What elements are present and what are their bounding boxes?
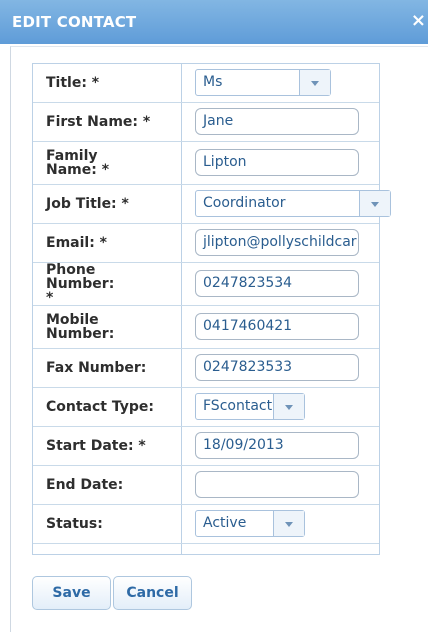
contact-type-row: Contact Type: FScontact <box>33 388 379 427</box>
email-label: Email: * <box>33 224 182 262</box>
contact-type-label: Contact Type: <box>33 388 182 426</box>
job-title-select[interactable]: Coordinator <box>195 190 391 217</box>
start-date-label: Start Date: * <box>33 427 182 465</box>
end-date-label: End Date: <box>33 466 182 504</box>
start-date-input[interactable]: 18/09/2013 <box>195 432 359 459</box>
family-name-label: Family Name: * <box>33 142 182 184</box>
chevron-down-icon[interactable] <box>359 191 390 216</box>
chevron-down-icon[interactable] <box>273 394 304 419</box>
title-select-value: Ms <box>203 74 223 90</box>
first-name-input[interactable]: Jane <box>195 108 359 135</box>
first-name-label: First Name: * <box>33 103 182 141</box>
fax-row: Fax Number: 0247823533 <box>33 349 379 388</box>
phone-label: Phone Number: * <box>33 263 182 305</box>
title-select[interactable]: Ms <box>195 69 331 96</box>
title-row: Title: * Ms <box>33 64 379 103</box>
status-row: Status: Active <box>33 505 379 544</box>
phone-row: Phone Number: * 0247823534 <box>33 263 379 306</box>
status-select[interactable]: Active <box>195 510 305 537</box>
chevron-down-icon[interactable] <box>273 511 304 536</box>
save-button[interactable]: Save <box>32 576 111 610</box>
status-label: Status: <box>33 505 182 543</box>
contact-type-select[interactable]: FScontact <box>195 393 305 420</box>
end-date-row: End Date: <box>33 466 379 505</box>
job-title-select-value: Coordinator <box>203 195 286 211</box>
dialog-title: EDIT CONTACT <box>12 13 137 31</box>
job-title-label: Job Title: * <box>33 185 182 223</box>
start-date-row: Start Date: * 18/09/2013 <box>33 427 379 466</box>
chevron-down-icon[interactable] <box>299 70 330 95</box>
first-name-row: First Name: * Jane <box>33 103 379 142</box>
family-name-input[interactable]: Lipton <box>195 149 359 176</box>
end-date-input[interactable] <box>195 471 359 498</box>
cancel-button[interactable]: Cancel <box>113 576 192 610</box>
edit-contact-dialog: EDIT CONTACT × Title: * Ms First Name: *… <box>0 0 428 632</box>
mobile-label: Mobile Number: <box>33 306 182 348</box>
fax-input[interactable]: 0247823533 <box>195 354 359 381</box>
email-input[interactable]: jlipton@pollyschildcar <box>195 229 359 256</box>
button-bar: Save Cancel <box>32 576 192 610</box>
family-name-row: Family Name: * Lipton <box>33 142 379 185</box>
job-title-row: Job Title: * Coordinator <box>33 185 391 224</box>
spacer-right <box>182 544 379 554</box>
spacer-left <box>33 544 182 554</box>
contact-form: Title: * Ms First Name: * Jane Family Na… <box>32 63 391 555</box>
close-icon[interactable]: × <box>411 10 426 31</box>
phone-input[interactable]: 0247823534 <box>195 270 359 297</box>
spacer-row <box>33 544 379 554</box>
mobile-input[interactable]: 0417460421 <box>195 313 359 340</box>
contact-type-select-value: FScontact <box>203 398 273 414</box>
email-row: Email: * jlipton@pollyschildcar <box>33 224 379 263</box>
dialog-titlebar[interactable]: EDIT CONTACT × <box>0 0 428 44</box>
mobile-row: Mobile Number: 0417460421 <box>33 306 379 349</box>
status-select-value: Active <box>203 515 247 531</box>
title-label: Title: * <box>33 64 182 102</box>
fax-label: Fax Number: <box>33 349 182 387</box>
